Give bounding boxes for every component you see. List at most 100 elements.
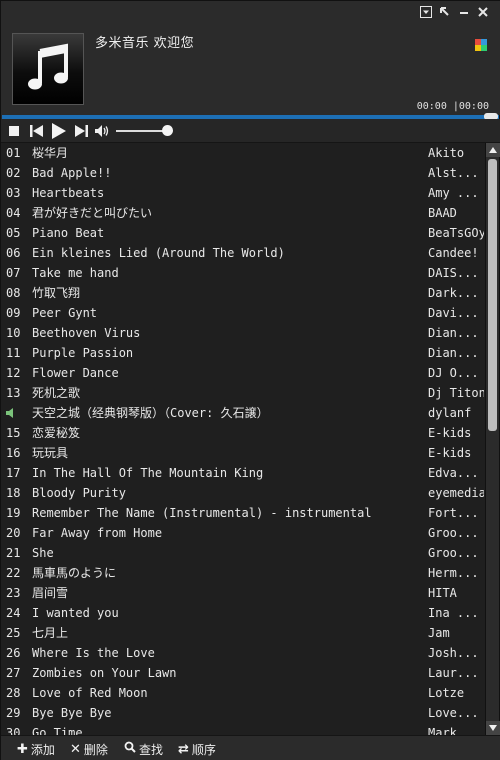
stop-icon[interactable]: [7, 123, 21, 139]
playlist-row[interactable]: 01 桜华月 Akito: [1, 143, 485, 163]
playlist-row[interactable]: 06 Ein kleines Lied (Around The World) Can…: [1, 243, 485, 263]
playlist-row[interactable]: 16 玩玩具 E-kids: [1, 443, 485, 463]
restore-icon[interactable]: [437, 4, 453, 20]
track-title: 恋爱秘笈: [32, 426, 81, 440]
playback-controls: [1, 119, 500, 143]
playlist-row[interactable]: 26 Where Is the Love Josh...: [1, 643, 485, 663]
playlist-row[interactable]: 天空之城（经典钢琴版）（Cover: 久石譲） dylanf: [1, 403, 485, 423]
playlist-row[interactable]: 08 竹取飞翔 Dark...: [1, 283, 485, 303]
playlist-row[interactable]: 28 Love of Red Moon Lotze: [1, 683, 485, 703]
track-number: 08: [6, 286, 21, 300]
playlist-row[interactable]: 30 Go Time Mark...: [1, 723, 485, 735]
track-artist: DAIS...: [428, 266, 479, 280]
volume-slider[interactable]: [116, 130, 168, 132]
track-artist: DJ O...: [428, 366, 479, 380]
scroll-down-icon[interactable]: [486, 721, 500, 735]
track-title: Go Time: [32, 726, 83, 735]
track-number: 27: [6, 666, 21, 680]
track-artist: Amy ...: [428, 186, 479, 200]
playlist-row[interactable]: 11 Purple Passion Dian...: [1, 343, 485, 363]
track-title: Heartbeats: [32, 186, 105, 200]
track-artist: Josh...: [428, 646, 479, 660]
track-title: Bloody Purity: [32, 486, 126, 500]
track-artist: Fort...: [428, 506, 479, 520]
playlist-row[interactable]: 02 Bad Apple!! Alst...: [1, 163, 485, 183]
track-artist: BeaTsGOy: [428, 226, 484, 240]
add-button[interactable]: ✚ 添加: [17, 739, 55, 759]
repeat-order-icon: ⇄: [178, 741, 189, 757]
playlist-row[interactable]: 05 Piano Beat BeaTsGOy: [1, 223, 485, 243]
track-artist: Groo...: [428, 526, 479, 540]
track-number: 20: [6, 526, 21, 540]
playlist-row[interactable]: 21 She Groo...: [1, 543, 485, 563]
track-title: I wanted you: [32, 606, 119, 620]
menu-dropdown-icon[interactable]: [418, 4, 434, 20]
track-number: 01: [6, 146, 21, 160]
now-playing-speaker-icon: [6, 403, 28, 424]
track-number: 03: [6, 186, 21, 200]
playlist-row[interactable]: 20 Far Away from Home Groo...: [1, 523, 485, 543]
track-title: 天空之城（经典钢琴版）（Cover: 久石譲）: [32, 406, 269, 420]
color-palette-icon[interactable]: [475, 36, 487, 51]
playlist-row[interactable]: 23 眉间雪 HITA: [1, 583, 485, 603]
delete-button[interactable]: ✕ 删除: [70, 739, 108, 759]
track-title: Purple Passion: [32, 346, 134, 360]
playlist-row[interactable]: 18 Bloody Purity eyemedia: [1, 483, 485, 503]
playlist-row[interactable]: 03 Heartbeats Amy ...: [1, 183, 485, 203]
welcome-title: 多米音乐 欢迎您: [95, 36, 195, 51]
track-title: Bad Apple!!: [32, 166, 112, 180]
track-title: 七月上: [32, 626, 69, 640]
track-title: Piano Beat: [32, 226, 105, 240]
track-artist: Ina ...: [428, 606, 479, 620]
player-window: 多米音乐 欢迎您 00:00 |00:00 01 桜华月 Akito 02 Ba…: [0, 0, 500, 760]
playlist-row[interactable]: 22 馬車馬のように Herm...: [1, 563, 485, 583]
track-artist: Dian...: [428, 326, 479, 340]
volume-slider-knob[interactable]: [162, 125, 173, 136]
playlist-row[interactable]: 24 I wanted you Ina ...: [1, 603, 485, 623]
track-title: Far Away from Home: [32, 526, 163, 540]
playlist-row[interactable]: 17 In The Hall Of The Mountain King Edva..…: [1, 463, 485, 483]
search-icon: [124, 741, 136, 757]
track-number: 22: [6, 566, 21, 580]
delete-label: 删除: [83, 742, 108, 757]
track-title: 馬車馬のように: [32, 566, 117, 580]
volume-icon[interactable]: [94, 123, 110, 139]
playlist-row[interactable]: 07 Take me hand DAIS...: [1, 263, 485, 283]
track-number: 12: [6, 366, 21, 380]
next-icon[interactable]: [73, 123, 89, 139]
scrollbar-thumb[interactable]: [488, 159, 497, 431]
now-playing-header: 多米音乐 欢迎您 00:00 |00:00: [1, 23, 500, 115]
title-bar[interactable]: [1, 1, 500, 23]
scroll-up-icon[interactable]: [486, 143, 500, 157]
find-button[interactable]: 查找: [124, 739, 163, 759]
track-artist: BAAD: [428, 206, 457, 220]
track-number: 15: [6, 426, 21, 440]
minimize-icon[interactable]: [456, 4, 472, 20]
track-title: Ein kleines Lied (Around The World): [32, 246, 285, 260]
playlist-row[interactable]: 10 Beethoven Virus Dian...: [1, 323, 485, 343]
track-artist: Dark...: [428, 286, 479, 300]
track-title: 竹取飞翔: [32, 286, 81, 300]
previous-icon[interactable]: [28, 123, 44, 139]
close-icon[interactable]: [475, 4, 491, 20]
playlist-row[interactable]: 13 死机之歌 Dj Titon: [1, 383, 485, 403]
playlist-row[interactable]: 19 Remember The Name (Instrumental) - ins…: [1, 503, 485, 523]
track-title: Bye Bye Bye: [32, 706, 112, 720]
track-number: 05: [6, 226, 21, 240]
playlist-row[interactable]: 04 君が好きだと叫びたい BAAD: [1, 203, 485, 223]
bottom-toolbar: ✚ 添加 ✕ 删除 查找 ⇄ 顺序: [1, 735, 500, 760]
playlist-row[interactable]: 29 Bye Bye Bye Love...: [1, 703, 485, 723]
find-label: 查找: [139, 742, 164, 757]
track-title: Love of Red Moon: [32, 686, 148, 700]
track-number: 28: [6, 686, 21, 700]
track-number: 09: [6, 306, 21, 320]
playlist-row[interactable]: 15 恋爱秘笈 E-kids: [1, 423, 485, 443]
playlist-row[interactable]: 12 Flower Dance DJ O...: [1, 363, 485, 383]
play-icon[interactable]: [50, 123, 68, 139]
track-number: 13: [6, 386, 21, 400]
playlist-row[interactable]: 27 Zombies on Your Lawn Laur...: [1, 663, 485, 683]
playlist-scrollbar[interactable]: [485, 143, 500, 735]
playlist-row[interactable]: 25 七月上 Jam: [1, 623, 485, 643]
play-order-button[interactable]: ⇄ 顺序: [178, 739, 216, 759]
playlist-row[interactable]: 09 Peer Gynt Davi...: [1, 303, 485, 323]
